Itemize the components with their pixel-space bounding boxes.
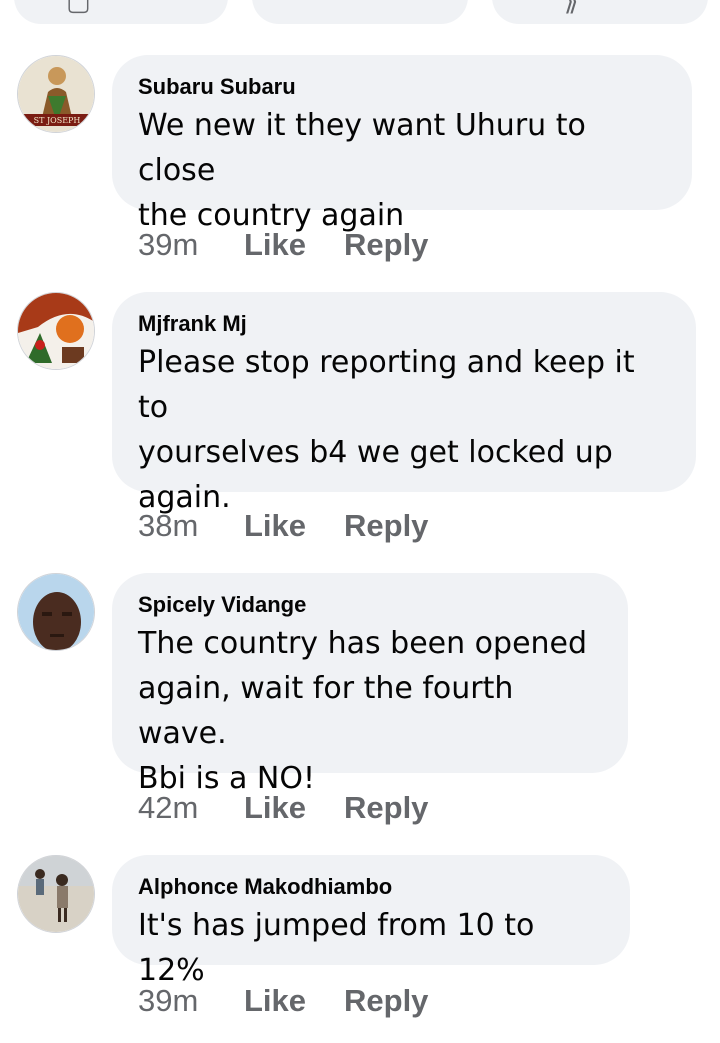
comment-author[interactable]: Subaru Subaru [138, 73, 664, 101]
share-icon: ⌒ [334, 0, 361, 21]
comment-bubble[interactable]: Subaru Subaru We new it they want Uhuru … [112, 55, 692, 233]
avatar-image: ST JOSEPH [18, 56, 94, 132]
forward-pill[interactable]: ⟫ [492, 0, 708, 24]
like-button[interactable]: Like [244, 225, 344, 265]
comment-author[interactable]: Mjfrank Mj [138, 310, 668, 338]
avatar[interactable] [17, 573, 95, 651]
comment-meta: 39m Like Reply [138, 225, 428, 265]
avatar-image [18, 856, 94, 932]
comment-author[interactable]: Alphonce Makodhiambo [138, 873, 602, 901]
comment-icon: ▢ [66, 0, 91, 16]
comment-meta: 42m Like Reply [138, 788, 428, 828]
post-action-bar: ▢ ⌒ ⟫ [0, 0, 720, 26]
reply-button[interactable]: Reply [344, 506, 428, 546]
comment-bubble[interactable]: Alphonce Makodhiambo It's has jumped fro… [112, 855, 630, 988]
comment-text: We new it they want Uhuru to close the c… [138, 108, 586, 233]
comment-text: It's has jumped from 10 to 12% [138, 908, 535, 988]
reply-button[interactable]: Reply [344, 225, 428, 265]
avatar-image [18, 293, 94, 369]
comment-bubble[interactable]: Spicely Vidange The country has been ope… [112, 573, 628, 796]
comment-time[interactable]: 39m [138, 981, 244, 1021]
comments-count-pill[interactable]: ▢ [14, 0, 228, 24]
comment-text: Please stop reporting and keep it to you… [138, 345, 635, 515]
comment-time[interactable]: 39m [138, 225, 244, 265]
forward-icon: ⟫ [564, 0, 579, 16]
avatar[interactable] [17, 855, 95, 933]
avatar[interactable]: ST JOSEPH [17, 55, 95, 133]
comment-time[interactable]: 42m [138, 788, 244, 828]
avatar-image [18, 574, 94, 650]
comment-bubble[interactable]: Mjfrank Mj Please stop reporting and kee… [112, 292, 696, 515]
comment-time[interactable]: 38m [138, 506, 244, 546]
reply-button[interactable]: Reply [344, 981, 428, 1021]
like-button[interactable]: Like [244, 506, 344, 546]
comment-meta: 38m Like Reply [138, 506, 428, 546]
comment-meta: 39m Like Reply [138, 981, 428, 1021]
like-button[interactable]: Like [244, 788, 344, 828]
comment-text: The country has been opened again, wait … [138, 626, 588, 796]
shares-pill[interactable]: ⌒ [252, 0, 468, 24]
avatar[interactable] [17, 292, 95, 370]
reply-button[interactable]: Reply [344, 788, 428, 828]
avatar-badge-text: ST JOSEPH [34, 116, 81, 125]
like-button[interactable]: Like [244, 981, 344, 1021]
comment-author[interactable]: Spicely Vidange [138, 591, 600, 619]
